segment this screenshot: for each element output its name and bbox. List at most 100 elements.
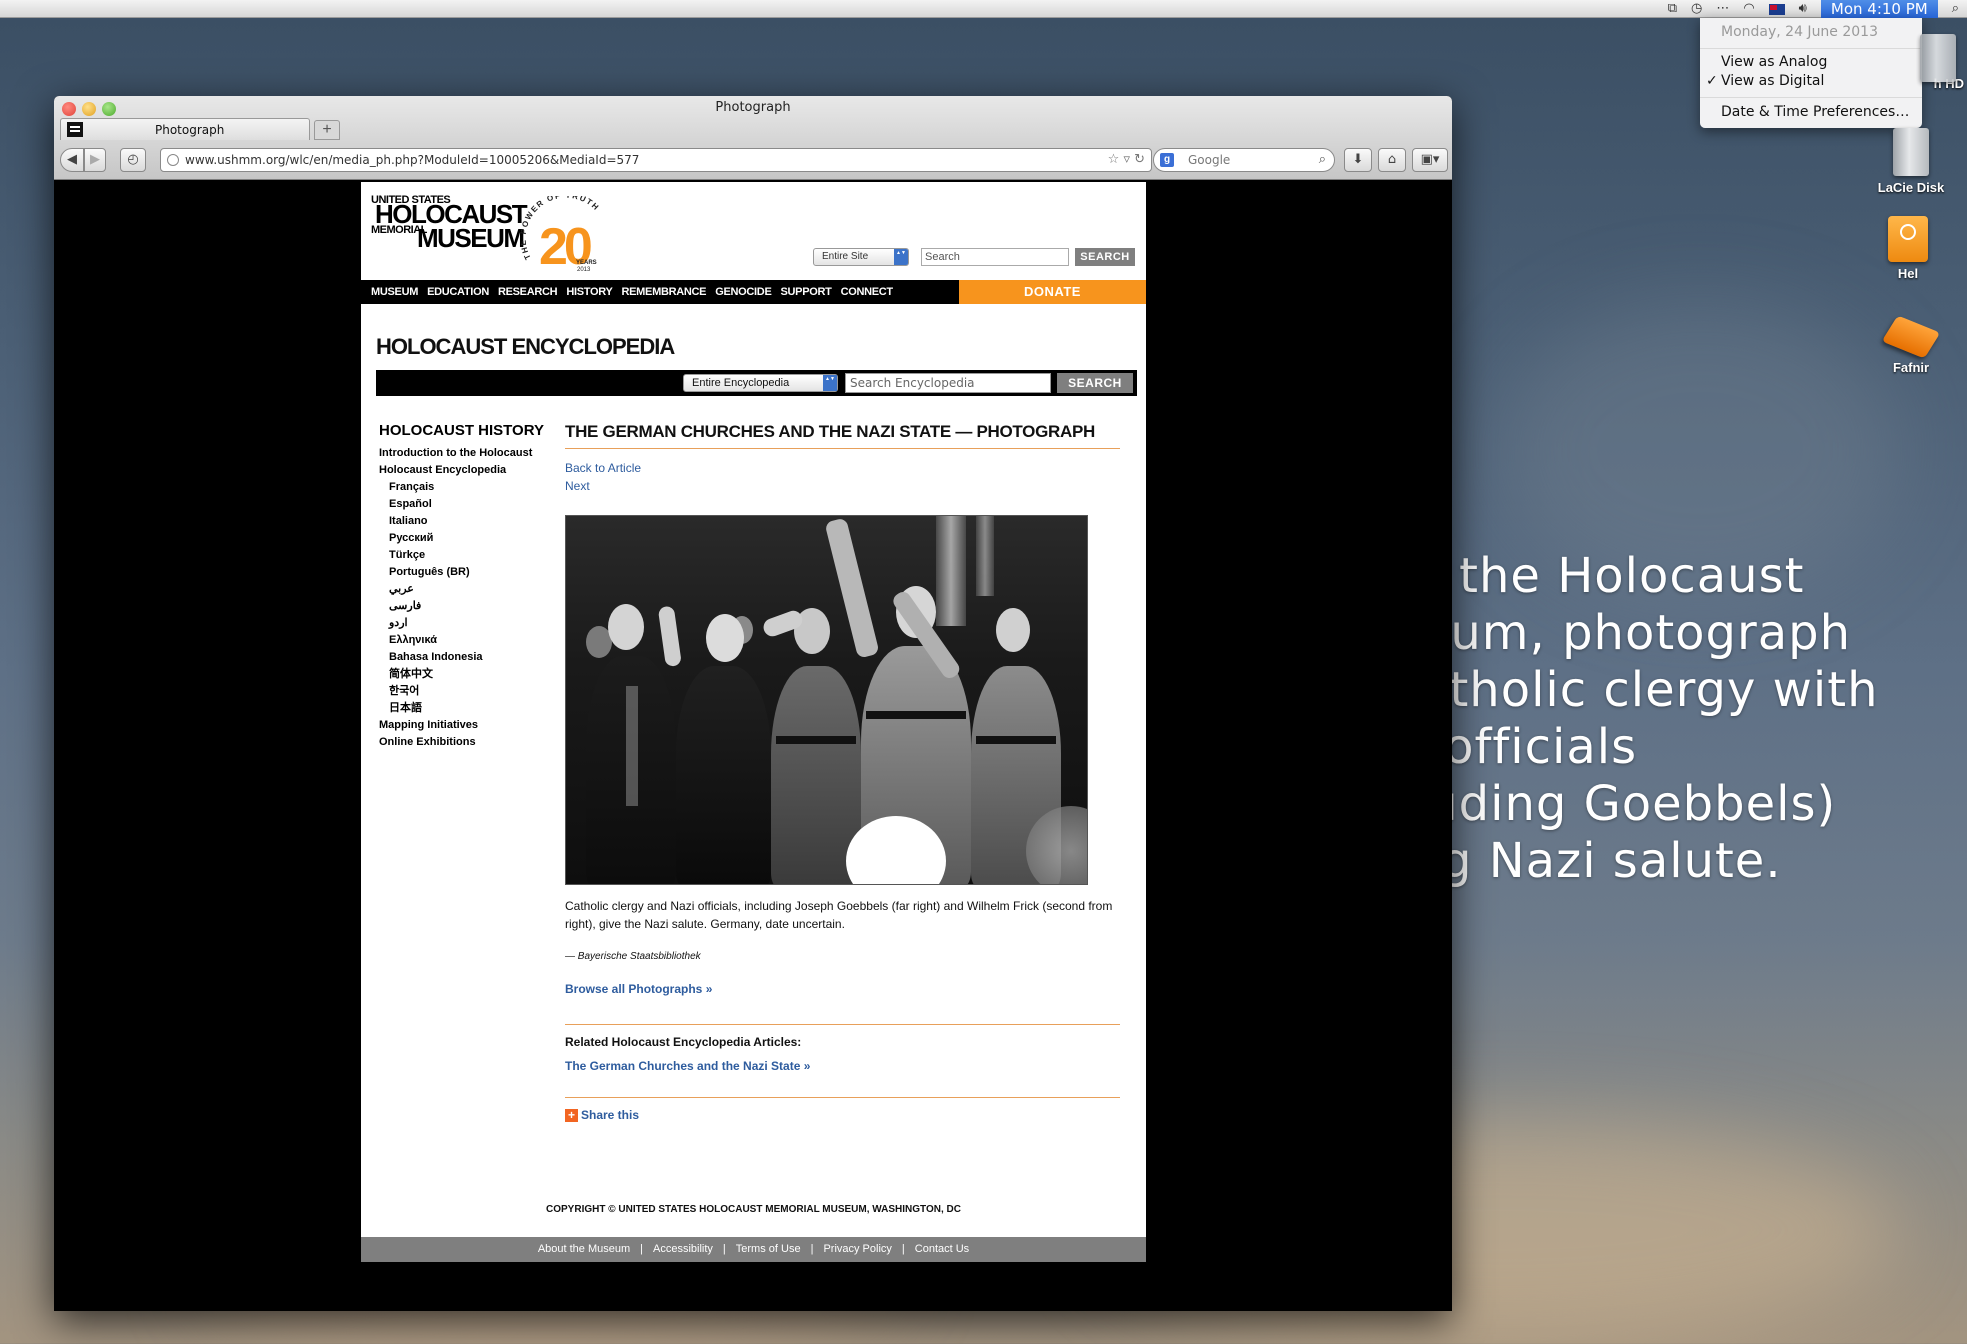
bluetooth-dots-icon[interactable]: ⋯ [1716, 0, 1729, 18]
encyclopedia-search-bar: Entire Encyclopedia Search Encyclopedia … [376, 370, 1137, 396]
desktop-icon-label: Hel [1897, 266, 1919, 281]
sidebar-item[interactable]: 日本語 [379, 700, 554, 717]
related-articles-heading: Related Holocaust Encyclopedia Articles: [565, 1035, 802, 1049]
extensions-menu-icon[interactable]: ▣▾ [1412, 148, 1448, 172]
input-source-flag-icon[interactable] [1768, 3, 1785, 15]
external-drive-icon [1881, 315, 1941, 359]
donate-button[interactable]: DONATE [959, 280, 1146, 304]
nav-item-museum[interactable]: MUSEUM [371, 280, 418, 304]
sidebar-item[interactable]: Français [379, 479, 554, 496]
desktop-icon-lacie-disk[interactable]: LaCie Disk [1866, 128, 1956, 195]
footer-link[interactable]: About the Museum [538, 1243, 630, 1255]
site-search-input[interactable]: Search [921, 248, 1069, 266]
anniversary-years: YEARS [576, 260, 597, 266]
time-machine-icon[interactable]: ◷ [1691, 0, 1702, 18]
home-icon[interactable]: ⌂ [1378, 148, 1406, 172]
anniversary-year: 2013 [577, 267, 591, 273]
encyclopedia-title: HOLOCAUST ENCYCLOPEDIA [376, 334, 675, 359]
site-identity-icon[interactable] [167, 154, 179, 166]
next-link[interactable]: Next [565, 477, 1120, 495]
historical-photograph[interactable] [565, 515, 1088, 885]
share-label: Share this [581, 1108, 640, 1122]
nav-item-remembrance[interactable]: REMEMBRANCE [622, 280, 707, 304]
google-search-engine-icon[interactable]: g [1160, 153, 1174, 167]
ushmm-logo[interactable]: UNITED STATES HOLOCAUST MEMORIAL MUSEUM [371, 194, 528, 251]
sidebar-item[interactable]: اردو [379, 615, 554, 632]
spotlight-icon[interactable]: ⌕ [1952, 0, 1959, 18]
nav-item-education[interactable]: EDUCATION [427, 280, 489, 304]
menu-clock[interactable]: Mon 4:10 PM [1820, 0, 1938, 18]
nav-item-history[interactable]: HISTORY [566, 280, 612, 304]
window-title: Photograph [715, 100, 791, 115]
sidebar-item[interactable]: Русский [379, 530, 554, 547]
history-clock-icon[interactable]: ◴ [120, 148, 146, 172]
encyclopedia-search-input[interactable]: Search Encyclopedia [845, 373, 1051, 393]
desktop-icon-label: Fafnir [1892, 360, 1930, 375]
bookmark-star-icon[interactable]: ☆ ▿ ↻ [1108, 152, 1145, 167]
encyclopedia-search-button[interactable]: SEARCH [1057, 373, 1133, 393]
sidebar-item[interactable]: Online Exhibitions [379, 734, 554, 751]
menu-item-date-time-preferences[interactable]: Date & Time Preferences… [1721, 104, 1909, 120]
footer-link[interactable]: Contact Us [915, 1243, 969, 1255]
ushmm-favicon-icon [67, 122, 83, 137]
magnifier-icon[interactable]: ⌕ [1319, 151, 1326, 167]
new-tab-button[interactable]: + [314, 120, 340, 140]
sidebar-item[interactable]: Español [379, 496, 554, 513]
footer-link[interactable]: Privacy Policy [823, 1243, 891, 1255]
nav-item-genocide[interactable]: GENOCIDE [715, 280, 772, 304]
sidebar-item[interactable]: Türkçe [379, 547, 554, 564]
hard-drive-icon [1893, 128, 1929, 176]
copyright: COPYRIGHT © UNITED STATES HOLOCAUST MEMO… [546, 1204, 961, 1215]
menu-separator [1700, 97, 1922, 98]
sidebar-item[interactable]: Italiano [379, 513, 554, 530]
footer-separator: | [640, 1243, 644, 1255]
tab-photograph[interactable]: Photograph [60, 118, 310, 140]
sidebar-items: Introduction to the Holocaust Holocaust E… [379, 445, 554, 751]
web-page: UNITED STATES HOLOCAUST MEMORIAL MUSEUM … [361, 182, 1146, 1262]
nav-item-connect[interactable]: CONNECT [841, 280, 894, 304]
sidebar-item[interactable]: Ελληνικά [379, 632, 554, 649]
back-to-article-link[interactable]: Back to Article [565, 459, 1120, 477]
sidebar-item[interactable]: Português (BR) [379, 564, 554, 581]
sidebar-item[interactable]: Mapping Initiatives [379, 717, 554, 734]
related-article-link[interactable]: The German Churches and the Nazi State » [565, 1059, 1120, 1073]
screen-sharing-icon[interactable]: ⧉ [1668, 0, 1677, 18]
sidebar-item[interactable]: 简体中文 [379, 666, 554, 683]
desktop-icon-fafnir[interactable]: Fafnir [1866, 312, 1956, 375]
encyclopedia-scope-select[interactable]: Entire Encyclopedia [683, 374, 838, 392]
footer-separator: | [810, 1243, 814, 1255]
checkmark-icon: ✓ [1706, 73, 1718, 89]
site-search-button[interactable]: SEARCH [1075, 248, 1135, 266]
sidebar-item[interactable]: فارسی [379, 598, 554, 615]
site-scope-select[interactable]: Entire Site [813, 248, 909, 266]
share-this-button[interactable]: + Share this [565, 1108, 1120, 1122]
browse-photographs-link[interactable]: Browse all Photographs » [565, 982, 1120, 996]
menu-item-view-digital[interactable]: View as Digital [1721, 73, 1824, 89]
desktop-icon-hel[interactable]: Hel [1863, 216, 1953, 281]
sidebar-item[interactable]: 한국어 [379, 683, 554, 700]
footer-link[interactable]: Accessibility [653, 1243, 713, 1255]
photo-caption: Catholic clergy and Nazi officials, incl… [565, 899, 1113, 931]
url-bar[interactable]: www.ushmm.org/wlc/en/media_ph.php?Module… [160, 148, 1152, 172]
clock-menu-date: Monday, 24 June 2013 [1721, 24, 1879, 40]
sidebar-item[interactable]: Bahasa Indonesia [379, 649, 554, 666]
desktop-icon-label: LaCie Disk [1877, 180, 1945, 195]
back-arrow-icon[interactable]: ◀ [60, 148, 84, 172]
download-icon[interactable]: ⬇ [1344, 148, 1372, 172]
menu-item-view-analog[interactable]: View as Analog [1721, 54, 1827, 70]
sidebar-item[interactable]: Introduction to the Holocaust [379, 445, 554, 462]
external-drive-icon [1888, 216, 1928, 262]
menu-extras: ⧉ ◷ ⋯ ◠ 🔊︎ Mon 4:10 PM ⌕ [1668, 0, 1967, 18]
nav-item-support[interactable]: SUPPORT [780, 280, 831, 304]
volume-icon[interactable]: 🔊︎ [1799, 0, 1807, 18]
footer-link[interactable]: Terms of Use [736, 1243, 801, 1255]
sidebar-item[interactable]: Holocaust Encyclopedia [379, 462, 554, 479]
search-bar[interactable]: g Google ⌕ [1153, 148, 1335, 172]
forward-arrow-icon[interactable]: ▶ [84, 148, 106, 172]
sidebar-item[interactable]: عربي [379, 581, 554, 598]
desktop-icon-hd[interactable]: h HD [1874, 34, 1964, 91]
share-plus-icon: + [565, 1108, 578, 1122]
footer-separator: | [722, 1243, 726, 1255]
nav-item-research[interactable]: RESEARCH [498, 280, 558, 304]
wifi-icon[interactable]: ◠ [1743, 0, 1754, 18]
